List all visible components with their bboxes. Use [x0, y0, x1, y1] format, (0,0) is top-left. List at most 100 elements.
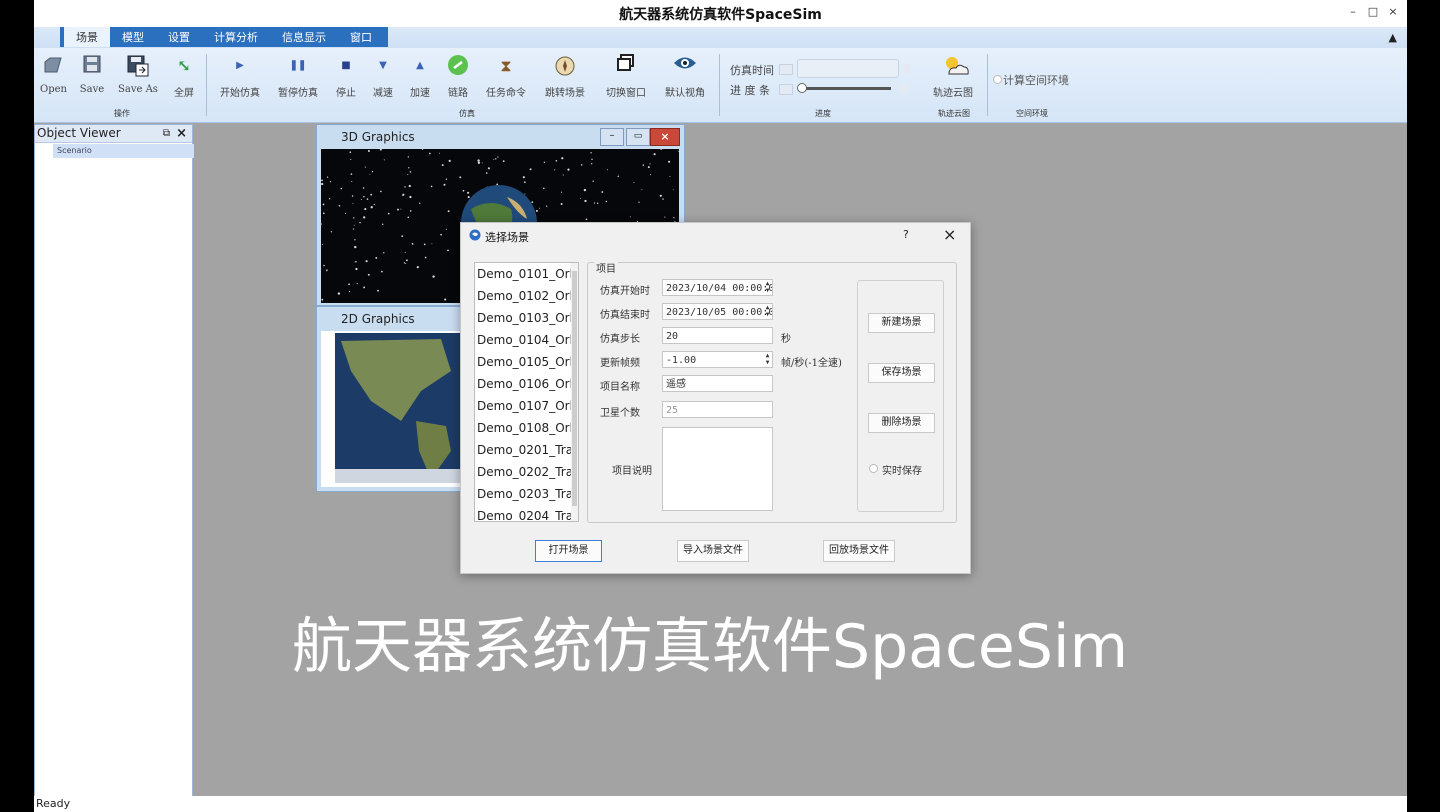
save-scene-button[interactable]: 保存场景: [868, 363, 935, 383]
spinner-icon[interactable]: ▲ ▼: [763, 304, 772, 319]
link-button[interactable]: 链路: [445, 54, 471, 99]
subwin-close-button[interactable]: ×: [650, 128, 680, 146]
star: [321, 298, 324, 301]
subwin-minimize-button[interactable]: –: [600, 128, 624, 146]
jump-scene-button[interactable]: 跳转场景: [541, 54, 589, 99]
realtime-save-checkbox[interactable]: [869, 464, 878, 473]
subwin-restore-button[interactable]: ▭: [626, 128, 650, 146]
slow-down-button[interactable]: ▼ 减速: [370, 54, 396, 99]
tab-model[interactable]: 模型: [110, 27, 156, 47]
ribbon-collapse-icon[interactable]: ▲: [1389, 31, 1397, 44]
import-scene-button[interactable]: 导入场景文件: [677, 540, 749, 562]
close-button[interactable]: ×: [1384, 5, 1402, 18]
star: [400, 208, 402, 210]
scene-list-item[interactable]: Demo_0103_Orbi: [475, 307, 578, 329]
default-view-button[interactable]: 默认视角: [660, 54, 710, 99]
scene-list-item[interactable]: Demo_0108_Orbi: [475, 417, 578, 439]
scene-list-item[interactable]: Demo_0106_Orbi: [475, 373, 578, 395]
playback-scene-button[interactable]: 回放场景文件: [823, 540, 895, 562]
scene-list-item[interactable]: Demo_0104_Orbi: [475, 329, 578, 351]
star: [369, 173, 371, 175]
progress-spin[interactable]: [779, 84, 793, 95]
tab-info-display[interactable]: 信息显示: [270, 27, 338, 47]
group-label-space-env: 空间环境: [1016, 109, 1048, 118]
slider-handle[interactable]: [797, 83, 807, 93]
star: [562, 174, 564, 176]
star: [561, 157, 564, 160]
trajectory-cloud-button[interactable]: 轨迹云图: [928, 54, 978, 99]
float-icon[interactable]: ⧉: [163, 125, 170, 142]
scene-list-item[interactable]: Demo_0201_Tran: [475, 439, 578, 461]
save-as-button[interactable]: Save As: [116, 54, 160, 95]
switch-window-button[interactable]: 切换窗口: [601, 54, 651, 99]
scene-list[interactable]: Demo_0101_Orbi Demo_0102_Orbi Demo_0103_Or…: [474, 262, 579, 522]
scene-list-scrollbar[interactable]: [571, 263, 578, 521]
star: [459, 176, 462, 179]
scene-list-item[interactable]: Demo_0102_Orbi: [475, 285, 578, 307]
tab-settings[interactable]: 设置: [156, 27, 202, 47]
scene-list-item[interactable]: Demo_0101_Orbi: [475, 263, 578, 285]
star: [328, 198, 331, 200]
scene-list-item[interactable]: Demo_0204_Tran: [475, 505, 578, 521]
start-sim-button[interactable]: ▶ 开始仿真: [215, 54, 265, 99]
tree-item-scenario[interactable]: Scenario: [53, 144, 194, 158]
progress-spin-right[interactable]: [900, 84, 909, 93]
speed-up-button[interactable]: ▲ 加速: [407, 54, 433, 99]
star: [445, 178, 448, 180]
delete-scene-button[interactable]: 删除场景: [868, 413, 935, 433]
star: [650, 174, 652, 176]
fullscreen-button[interactable]: ⤡ 全屏: [171, 54, 197, 99]
scrollbar-thumb[interactable]: [572, 271, 577, 506]
open-scene-button[interactable]: 打开场景: [535, 540, 602, 562]
scene-list-item[interactable]: Demo_0203_Tran: [475, 483, 578, 505]
tab-scene[interactable]: 场景: [64, 27, 110, 47]
dialog-close-button[interactable]: ×: [943, 225, 956, 244]
sat-count-field[interactable]: 25: [662, 401, 773, 418]
minimize-button[interactable]: –: [1344, 5, 1362, 18]
spinner-icon[interactable]: ▲ ▼: [763, 280, 772, 295]
star: [647, 166, 650, 169]
star: [322, 203, 325, 206]
space-env-checkbox[interactable]: [993, 75, 1002, 84]
step-field[interactable]: 20: [662, 327, 773, 344]
star: [352, 228, 354, 230]
maximize-button[interactable]: □: [1364, 5, 1382, 18]
star: [678, 150, 679, 152]
star: [502, 160, 505, 162]
stop-button[interactable]: ■ 停止: [333, 54, 359, 99]
task-command-button[interactable]: ⧗ 任务命令: [482, 54, 530, 99]
project-name-field[interactable]: 遥感: [662, 375, 773, 392]
star: [555, 160, 558, 162]
sim-time-field[interactable]: [797, 59, 899, 78]
refresh-unit-label: 帧/秒(-1全速): [781, 358, 842, 369]
progress-slider[interactable]: [797, 80, 897, 97]
tab-analysis[interactable]: 计算分析: [202, 27, 270, 47]
refresh-field[interactable]: -1.00 ▲ ▼: [662, 351, 773, 368]
sun-cloud-icon: [941, 54, 969, 78]
sim-time-label: 仿真时间: [730, 64, 774, 77]
star: [485, 172, 488, 174]
open-button[interactable]: Open: [40, 54, 67, 95]
tab-window[interactable]: 窗口: [338, 27, 384, 47]
star: [409, 210, 412, 212]
dialog-help-button[interactable]: ?: [903, 228, 909, 241]
project-desc-textarea[interactable]: [662, 427, 773, 511]
spinner-icon[interactable]: ▲ ▼: [763, 352, 772, 367]
star: [432, 275, 435, 278]
pause-sim-button[interactable]: ❚❚ 暂停仿真: [273, 54, 323, 99]
sim-time-spin-right[interactable]: [903, 64, 911, 73]
scene-list-item[interactable]: Demo_0107_Orbi: [475, 395, 578, 417]
scene-list-item[interactable]: Demo_0105_Orbi: [475, 351, 578, 373]
sim-time-spin[interactable]: [779, 64, 793, 75]
scene-list-item[interactable]: Demo_0202_Tran: [475, 461, 578, 483]
star: [580, 164, 583, 166]
start-time-field[interactable]: 2023/10/04 00:00:0 ▲ ▼: [662, 279, 773, 296]
save-button[interactable]: Save: [79, 54, 105, 95]
star: [353, 224, 355, 226]
new-scene-button[interactable]: 新建场景: [868, 313, 935, 333]
app-globe-icon: [469, 229, 481, 241]
star: [477, 161, 481, 164]
end-time-field[interactable]: 2023/10/05 00:00:0 ▲ ▼: [662, 303, 773, 320]
close-icon[interactable]: ×: [176, 125, 187, 142]
save-as-icon: [126, 54, 150, 78]
